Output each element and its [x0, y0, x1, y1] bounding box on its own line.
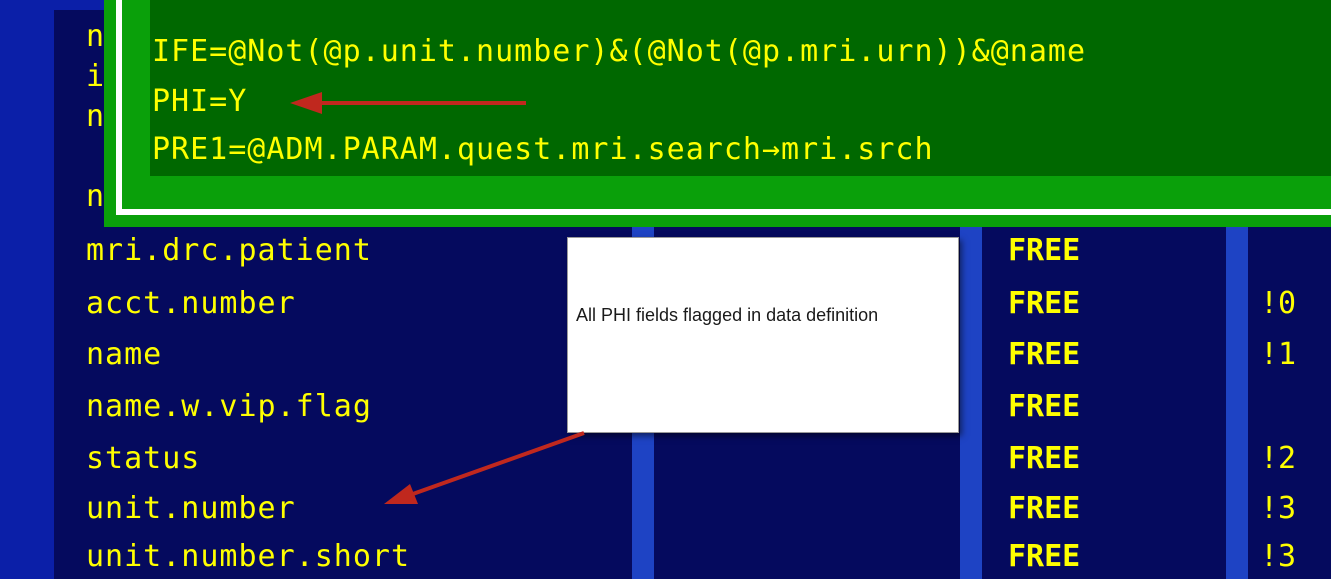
- arrow-to-phi: [290, 92, 526, 114]
- arrow-to-unit-number: [384, 431, 585, 504]
- annotation-arrows: [290, 92, 585, 504]
